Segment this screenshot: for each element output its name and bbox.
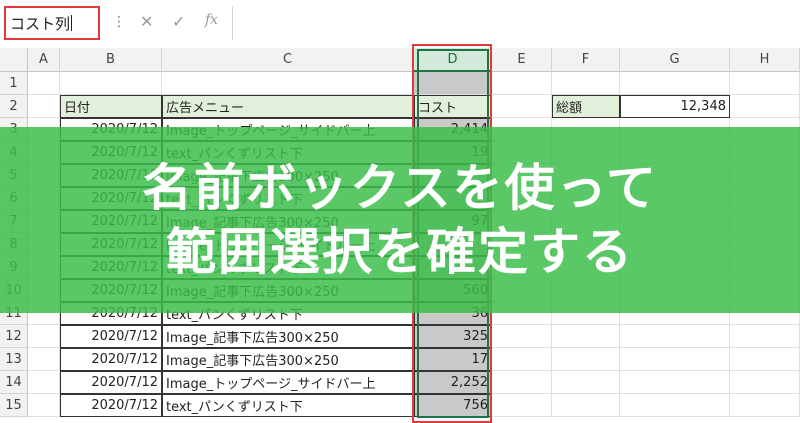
grid-cell[interactable] bbox=[492, 95, 552, 118]
formula-bar: コスト列 ⋮ ✕ ✓ fx bbox=[0, 0, 800, 49]
table-cell-date[interactable]: 2020/7/12 bbox=[60, 348, 162, 371]
grid-cell[interactable] bbox=[552, 371, 620, 394]
grid-cell[interactable] bbox=[552, 325, 620, 348]
grid-cell[interactable] bbox=[730, 394, 800, 417]
grid-cell[interactable] bbox=[162, 72, 414, 95]
table-header-menu[interactable]: 広告メニュー bbox=[162, 95, 414, 118]
grid-cell[interactable] bbox=[620, 325, 730, 348]
enter-icon[interactable]: ✓ bbox=[172, 12, 185, 31]
grid-cell[interactable] bbox=[730, 348, 800, 371]
grid-cell[interactable] bbox=[552, 348, 620, 371]
grid-cell[interactable] bbox=[730, 325, 800, 348]
grid-cell[interactable] bbox=[552, 394, 620, 417]
grid-cell[interactable] bbox=[492, 348, 552, 371]
row-header-15[interactable]: 15 bbox=[0, 394, 28, 417]
table-cell-menu[interactable]: Image_記事下広告300×250 bbox=[162, 325, 414, 348]
grid-cell[interactable] bbox=[730, 72, 800, 95]
grid-cell[interactable] bbox=[28, 72, 60, 95]
table-cell-date[interactable]: 2020/7/12 bbox=[60, 371, 162, 394]
summary-value[interactable]: 12,348 bbox=[620, 95, 730, 118]
grid-cell[interactable] bbox=[492, 72, 552, 95]
select-all-corner[interactable] bbox=[0, 48, 28, 72]
column-header-g[interactable]: G bbox=[620, 48, 730, 72]
grid-cell[interactable] bbox=[620, 348, 730, 371]
grid-cell[interactable] bbox=[552, 72, 620, 95]
more-options-icon[interactable]: ⋮ bbox=[112, 14, 126, 30]
grid-cell[interactable] bbox=[492, 325, 552, 348]
column-header-d[interactable]: D bbox=[414, 48, 492, 72]
grid-cell[interactable] bbox=[28, 348, 60, 371]
grid-cell[interactable] bbox=[492, 394, 552, 417]
column-header-f[interactable]: F bbox=[552, 48, 620, 72]
banner-line-2: 範囲選択を確定する bbox=[166, 223, 634, 281]
grid-cell[interactable] bbox=[414, 72, 492, 95]
grid-cell[interactable] bbox=[730, 95, 800, 118]
column-header-c[interactable]: C bbox=[162, 48, 414, 72]
table-cell-cost[interactable]: 756 bbox=[414, 394, 492, 417]
grid-cell[interactable] bbox=[620, 371, 730, 394]
table-header-date[interactable]: 日付 bbox=[60, 95, 162, 118]
table-cell-menu[interactable]: text_パンくずリスト下 bbox=[162, 394, 414, 417]
table-header-cost[interactable]: コスト bbox=[414, 95, 492, 118]
table-cell-date[interactable]: 2020/7/12 bbox=[60, 325, 162, 348]
cancel-icon[interactable]: ✕ bbox=[140, 12, 153, 31]
column-header-h[interactable]: H bbox=[730, 48, 800, 72]
grid-cell[interactable] bbox=[730, 371, 800, 394]
title-banner: 名前ボックスを使って 範囲選択を確定する bbox=[0, 127, 800, 313]
grid-cell[interactable] bbox=[28, 394, 60, 417]
table-cell-menu[interactable]: Image_トップページ_サイドバー上 bbox=[162, 371, 414, 394]
summary-label[interactable]: 総額 bbox=[552, 95, 620, 118]
formula-input[interactable] bbox=[232, 6, 799, 40]
row-header-12[interactable]: 12 bbox=[0, 325, 28, 348]
column-header-a[interactable]: A bbox=[28, 48, 60, 72]
grid-cell[interactable] bbox=[620, 72, 730, 95]
column-header-e[interactable]: E bbox=[492, 48, 552, 72]
grid-cell[interactable] bbox=[620, 394, 730, 417]
table-cell-cost[interactable]: 325 bbox=[414, 325, 492, 348]
grid-cell[interactable] bbox=[60, 72, 162, 95]
table-cell-menu[interactable]: Image_記事下広告300×250 bbox=[162, 348, 414, 371]
banner-line-1: 名前ボックスを使って bbox=[142, 159, 658, 217]
text-caret bbox=[71, 15, 73, 31]
row-header-13[interactable]: 13 bbox=[0, 348, 28, 371]
name-box-value: コスト列 bbox=[10, 14, 71, 33]
column-header-b[interactable]: B bbox=[60, 48, 162, 72]
row-header-1[interactable]: 1 bbox=[0, 72, 28, 95]
grid-cell[interactable] bbox=[492, 371, 552, 394]
insert-function-icon[interactable]: fx bbox=[205, 12, 218, 28]
grid-cell[interactable] bbox=[28, 325, 60, 348]
name-box[interactable]: コスト列 bbox=[4, 6, 100, 40]
table-cell-cost[interactable]: 2,252 bbox=[414, 371, 492, 394]
grid-cell[interactable] bbox=[28, 95, 60, 118]
table-cell-date[interactable]: 2020/7/12 bbox=[60, 394, 162, 417]
row-header-14[interactable]: 14 bbox=[0, 371, 28, 394]
grid-cell[interactable] bbox=[28, 371, 60, 394]
table-cell-cost[interactable]: 17 bbox=[414, 348, 492, 371]
row-header-2[interactable]: 2 bbox=[0, 95, 28, 118]
